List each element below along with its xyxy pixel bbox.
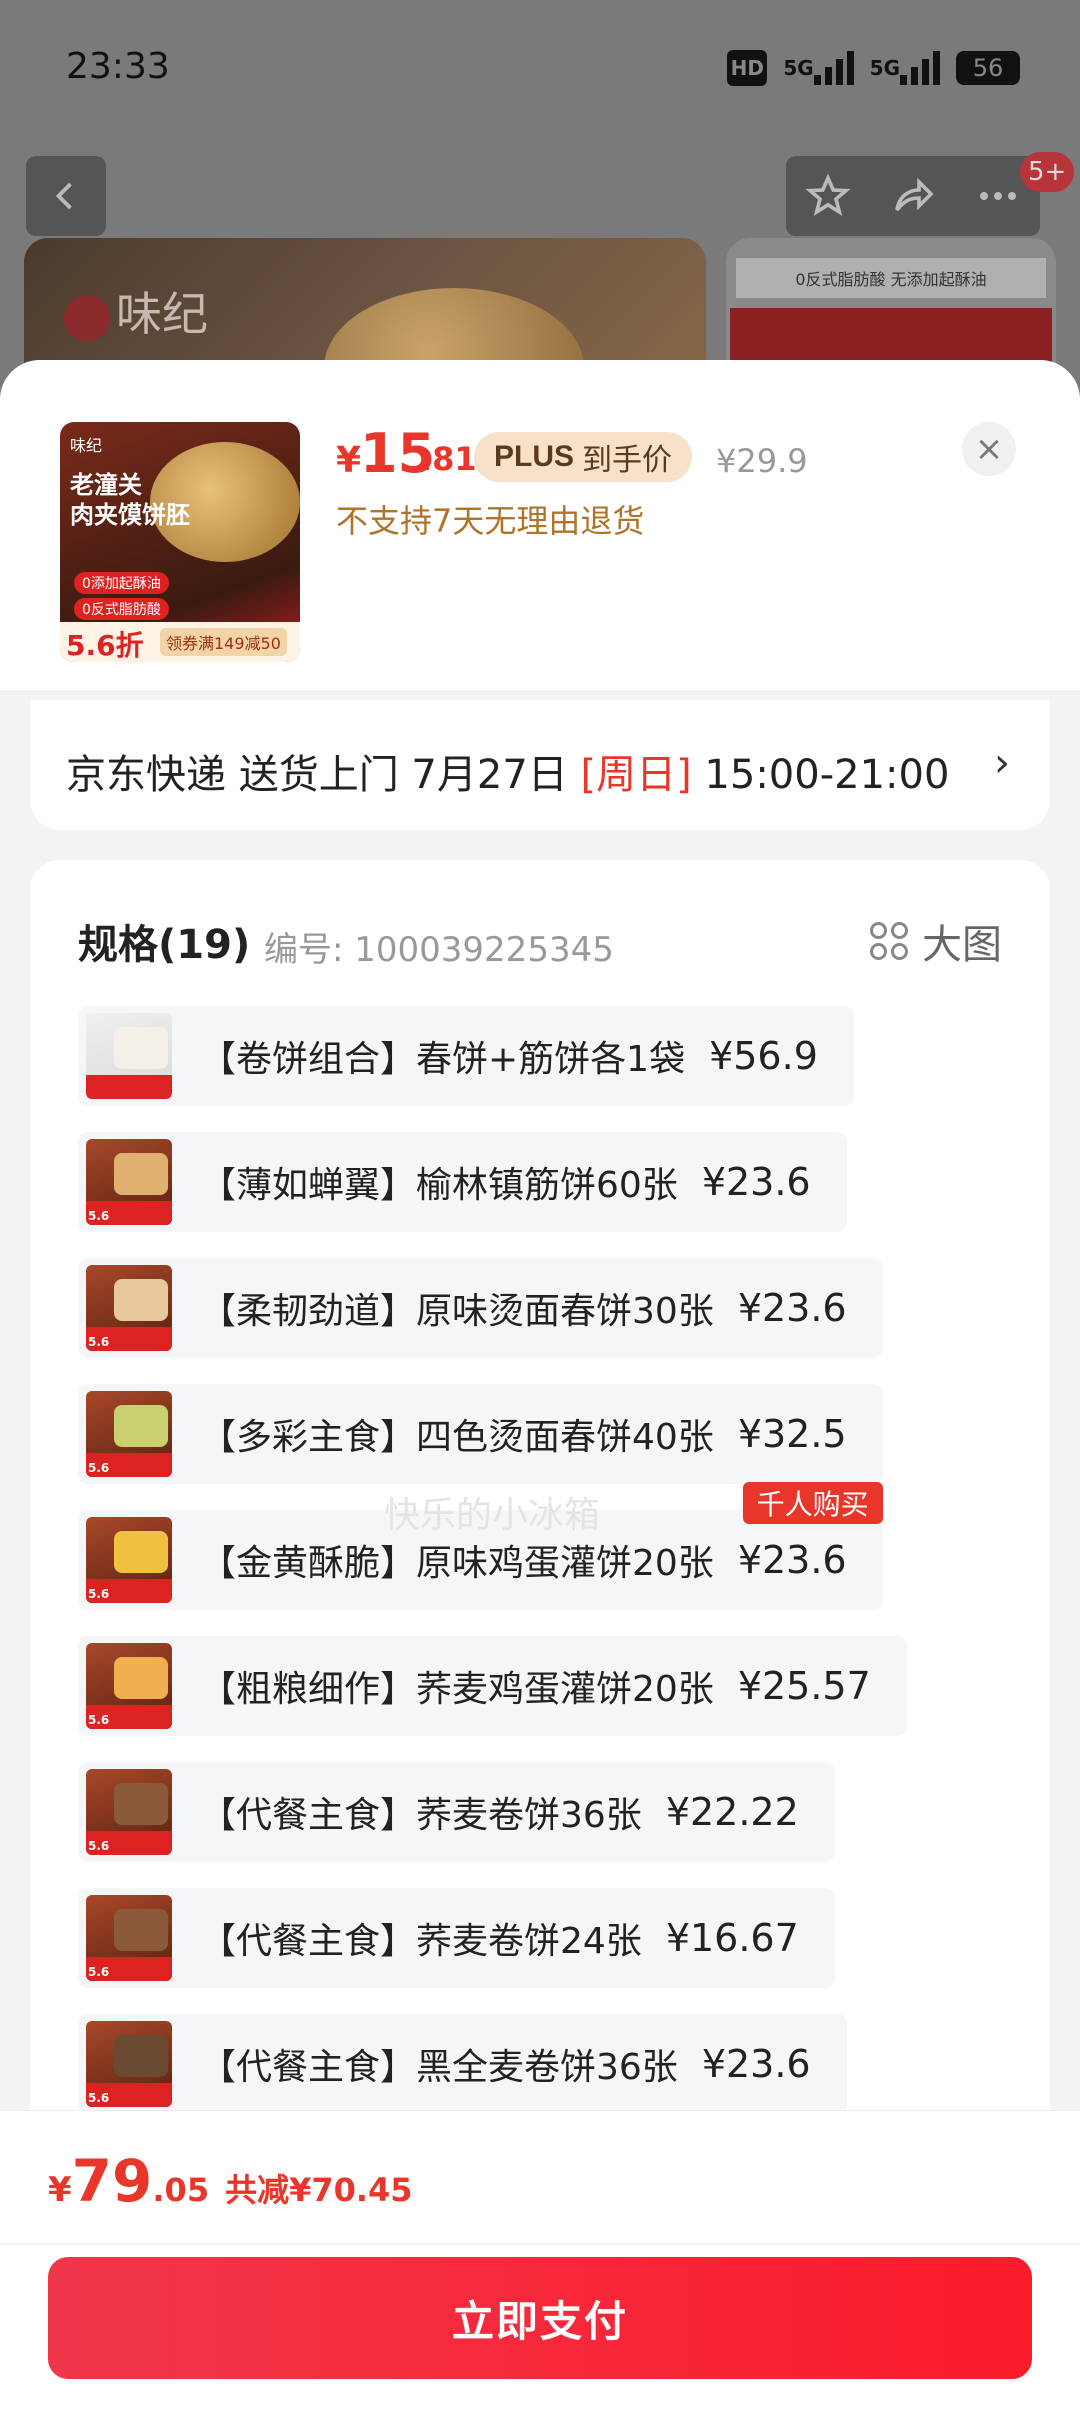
spec-option[interactable]: 5.6 【柔韧劲道】原味烫面春饼30张 ¥23.6 (78, 1258, 883, 1358)
product-code: 编号: 100039225345 (264, 930, 614, 970)
savings-text: 共减¥70.45 (225, 2171, 413, 2209)
option-thumbnail: 5.6 (86, 1517, 172, 1603)
top-nav-actions (786, 156, 1040, 236)
delivery-text: 京东快递 送货上门 7月27日 [周日] 15:00-21:00 (66, 752, 950, 798)
option-price: ¥22.22 (665, 1790, 799, 1834)
spec-option[interactable]: 【卷饼组合】春饼+筋饼各1袋 ¥56.9 (78, 1006, 854, 1106)
thumb-discount-strip: 5.6折 领券满149减50 (60, 622, 300, 662)
option-label: 【金黄酥脆】原味鸡蛋灌饼20张 (200, 1543, 714, 1584)
option-label: 【柔韧劲道】原味烫面春饼30张 (200, 1291, 714, 1332)
grid-icon (870, 922, 908, 960)
spec-option[interactable]: 5.6 【粗粮细作】荞麦鸡蛋灌饼20张 ¥25.57 (78, 1636, 907, 1736)
option-price: ¥23.6 (701, 1160, 811, 1204)
price-decimal: .81 (420, 440, 477, 478)
status-bar: 23:33 HD 5G 5G 56 (0, 0, 1080, 140)
status-time: 23:33 (66, 46, 170, 87)
spec-title: 规格(19) (78, 922, 251, 968)
plus-price-badge: PLUS 到手价 (474, 432, 693, 482)
chevron-left-icon (55, 182, 72, 210)
share-icon[interactable] (889, 172, 937, 220)
delivery-selector[interactable]: 京东快递 送货上门 7月27日 [周日] 15:00-21:00 › (30, 700, 1050, 830)
option-thumbnail: 5.6 (86, 1895, 172, 1981)
option-label: 【代餐主食】黑全麦卷饼36张 (200, 2047, 678, 2088)
pay-now-button[interactable]: 立即支付 (48, 2257, 1032, 2379)
thumb-title: 老潼关 肉夹馍饼胚 (70, 471, 190, 529)
watermark-text: 快乐的小冰箱 (384, 1495, 601, 1536)
original-price: ¥29.9 (716, 442, 808, 480)
option-price: ¥23.6 (737, 1538, 847, 1582)
hd-icon: HD (727, 50, 768, 86)
spec-option[interactable]: 5.6 【代餐主食】荞麦卷饼24张 ¥16.67 (78, 1888, 835, 1988)
spec-option[interactable]: 5.6 【代餐主食】黑全麦卷饼36张 ¥23.6 (78, 2014, 847, 2114)
checkout-bar: ¥ 79 .05 共减¥70.45 立即支付 (0, 2110, 1080, 2412)
banner-text: 0反式脂肪酸 无添加起酥油 (736, 258, 1046, 298)
option-thumbnail: 5.6 (86, 1391, 172, 1477)
thumb-brand: 味纪 (70, 436, 103, 455)
network-5g-icon: 5G (783, 50, 854, 86)
brand-logo: 味纪 (64, 278, 208, 344)
option-label: 【多彩主食】四色烫面春饼40张 (200, 1417, 714, 1458)
option-price: ¥32.5 (737, 1412, 847, 1456)
message-count-badge: 5+ (1020, 152, 1075, 192)
option-price: ¥23.6 (737, 1286, 847, 1330)
battery-icon: 56 (956, 51, 1020, 85)
option-thumbnail: 5.6 (86, 2021, 172, 2107)
close-icon: × (974, 429, 1004, 469)
spec-option[interactable]: 5.6 【多彩主食】四色烫面春饼40张 ¥32.5 (78, 1384, 883, 1484)
spec-option[interactable]: 5.6 【代餐主食】荞麦卷饼36张 ¥22.22 (78, 1762, 835, 1862)
big-view-button[interactable]: 大图 (870, 912, 1002, 970)
option-label: 【薄如蝉翼】榆林镇筋饼60张 (200, 1165, 678, 1206)
divider (0, 2243, 1080, 2245)
more-icon[interactable] (974, 172, 1022, 220)
option-label: 【卷饼组合】春饼+筋饼各1袋 (200, 1039, 686, 1080)
star-icon[interactable] (804, 172, 852, 220)
option-price: ¥56.9 (709, 1034, 818, 1078)
thumb-tag: 0添加起酥油 (74, 572, 169, 594)
option-label: 【粗粮细作】荞麦鸡蛋灌饼20张 (200, 1669, 714, 1710)
product-header: 味纪 老潼关 肉夹馍饼胚 0添加起酥油 0反式脂肪酸 5.6折 领券满149减5… (0, 360, 1080, 690)
thumb-tag: 0反式脂肪酸 (74, 598, 169, 620)
product-thumbnail[interactable]: 味纪 老潼关 肉夹馍饼胚 0添加起酥油 0反式脂肪酸 5.6折 领券满149减5… (60, 422, 300, 662)
total-price: ¥ 79 .05 共减¥70.45 (48, 2147, 413, 2215)
spec-selection-sheet: 味纪 老潼关 肉夹馍饼胚 0添加起酥油 0反式脂肪酸 5.6折 领券满149减5… (0, 360, 1080, 2412)
option-thumbnail (86, 1013, 172, 1099)
price-currency: ¥ (336, 440, 362, 481)
option-label: 【代餐主食】荞麦卷饼24张 (200, 1921, 642, 1962)
spec-option[interactable]: 5.6 【薄如蝉翼】榆林镇筋饼60张 ¥23.6 (78, 1132, 847, 1232)
chevron-right-icon: › (994, 740, 1010, 786)
option-thumbnail: 5.6 (86, 1139, 172, 1225)
close-button[interactable]: × (962, 422, 1016, 476)
status-icons: HD 5G 5G 56 (727, 50, 1020, 86)
back-button[interactable] (26, 156, 106, 236)
option-thumbnail: 5.6 (86, 1265, 172, 1351)
option-price: ¥25.57 (737, 1664, 871, 1708)
option-price: ¥23.6 (701, 2042, 811, 2086)
network-5g-icon-2: 5G (870, 50, 940, 86)
return-policy-note: 不支持7天无理由退货 (336, 502, 645, 540)
option-thumbnail: 5.6 (86, 1643, 172, 1729)
option-thumbnail: 5.6 (86, 1769, 172, 1855)
option-label: 【代餐主食】荞麦卷饼36张 (200, 1795, 642, 1836)
popular-tag: 千人购买 (742, 1482, 883, 1524)
option-price: ¥16.67 (665, 1916, 799, 1960)
